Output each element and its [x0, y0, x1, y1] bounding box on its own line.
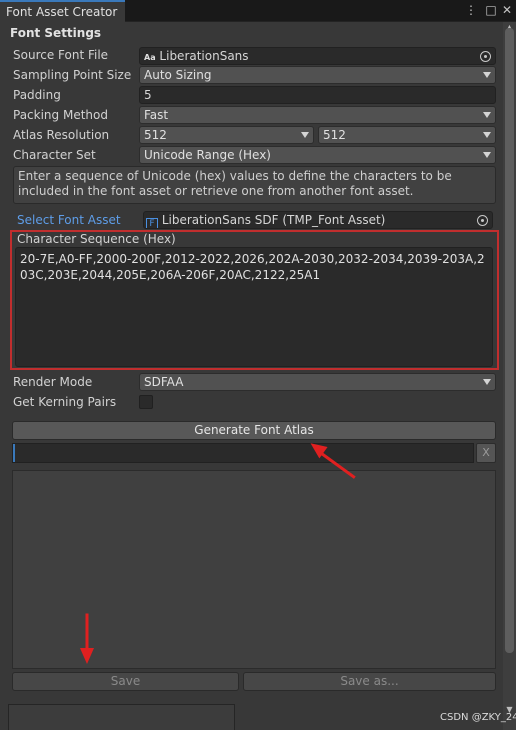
source-font-file-label: Source Font File: [13, 48, 109, 62]
atlas-resolution-label: Atlas Resolution: [13, 128, 110, 142]
tab-font-asset-creator[interactable]: Font Asset Creator: [0, 0, 125, 22]
padding-input[interactable]: 5: [139, 86, 496, 104]
chevron-down-icon: [301, 132, 309, 138]
object-picker-icon[interactable]: [477, 215, 488, 226]
close-icon[interactable]: ✕: [500, 3, 514, 17]
font-asset-icon: Aa: [144, 53, 156, 62]
render-mode-dropdown[interactable]: SDFAA: [139, 373, 496, 391]
character-set-label: Character Set: [13, 148, 96, 162]
character-set-dropdown[interactable]: Unicode Range (Hex): [139, 146, 496, 164]
chevron-down-icon: [483, 132, 491, 138]
packing-method-label: Packing Method: [13, 108, 108, 122]
sampling-point-size-value: Auto Sizing: [144, 68, 212, 82]
save-button[interactable]: Save: [12, 672, 239, 691]
maximize-icon[interactable]: □: [484, 3, 498, 17]
character-sequence-label: Character Sequence (Hex): [17, 232, 176, 246]
atlas-height-value: 512: [323, 128, 346, 142]
packing-method-value: Fast: [144, 108, 169, 122]
select-font-asset-value: LiberationSans SDF (TMP_Font Asset): [161, 213, 386, 227]
packing-method-dropdown[interactable]: Fast: [139, 106, 496, 124]
scrollbar-thumb[interactable]: [505, 28, 514, 653]
progress-bar: [12, 443, 474, 463]
render-mode-value: SDFAA: [144, 375, 184, 389]
tmp-font-asset-icon: F: [146, 218, 158, 228]
generate-font-atlas-button[interactable]: Generate Font Atlas: [12, 421, 496, 440]
watermark-text: CSDN @ZKY_24: [440, 712, 516, 723]
atlas-width-value: 512: [144, 128, 167, 142]
chevron-down-icon: [483, 112, 491, 118]
sampling-point-size-dropdown[interactable]: Auto Sizing: [139, 66, 496, 84]
chevron-down-icon: [483, 72, 491, 78]
select-font-asset-label: Select Font Asset: [17, 213, 121, 227]
chevron-down-icon: [483, 152, 491, 158]
padding-label: Padding: [13, 88, 61, 102]
select-font-asset-field[interactable]: F LiberationSans SDF (TMP_Font Asset): [143, 211, 493, 229]
cancel-progress-button[interactable]: X: [476, 443, 496, 463]
chevron-down-icon: [483, 379, 491, 385]
character-set-value: Unicode Range (Hex): [144, 148, 271, 162]
atlas-height-dropdown[interactable]: 512: [318, 126, 496, 144]
save-as-button[interactable]: Save as...: [243, 672, 496, 691]
object-picker-icon[interactable]: [480, 51, 491, 62]
sampling-point-size-label: Sampling Point Size: [13, 68, 132, 82]
help-box: Enter a sequence of Unicode (hex) values…: [13, 166, 496, 204]
get-kerning-pairs-label: Get Kerning Pairs: [13, 395, 117, 409]
section-title: Font Settings: [10, 26, 102, 40]
bottom-panel: [8, 704, 235, 730]
get-kerning-pairs-checkbox[interactable]: [139, 395, 153, 409]
render-mode-label: Render Mode: [13, 375, 93, 389]
source-font-file-field[interactable]: Aa LiberationSans: [139, 47, 496, 65]
progress-bar-fill: [13, 444, 15, 462]
character-sequence-textarea[interactable]: 20-7E,A0-FF,2000-200F,2012-2022,2026,202…: [15, 247, 493, 367]
more-menu-icon[interactable]: ⋮: [464, 3, 478, 17]
source-font-file-value: LiberationSans: [159, 49, 249, 63]
atlas-width-dropdown[interactable]: 512: [139, 126, 314, 144]
